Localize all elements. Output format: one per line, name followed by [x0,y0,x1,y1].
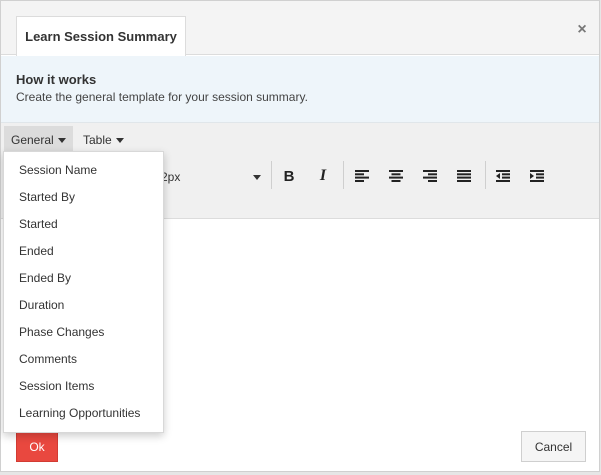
info-title: How it works [16,72,97,87]
menu-item-session-name[interactable]: Session Name [4,157,163,184]
toolbar-separator [271,161,272,189]
toolbar-separator [485,161,486,189]
caret-down-icon [57,137,66,143]
menu-item-phase-changes[interactable]: Phase Changes [4,319,163,346]
outdent-icon[interactable] [490,163,516,189]
cancel-button[interactable]: Cancel [521,431,586,462]
ok-button[interactable]: Ok [16,431,58,462]
bold-icon[interactable]: B [276,163,302,189]
dialog-header: Learn Session Summary × [1,1,599,56]
menu-item-duration[interactable]: Duration [4,292,163,319]
menu-item-ended[interactable]: Ended [4,238,163,265]
font-size-select[interactable]: 2px [161,165,267,189]
menu-item-comments[interactable]: Comments [4,346,163,373]
align-right-icon[interactable] [417,163,443,189]
menu-item-ended-by[interactable]: Ended By [4,265,163,292]
align-left-icon[interactable] [349,163,375,189]
menu-item-learning-opportunities[interactable]: Learning Opportunities [4,400,163,427]
info-panel: How it works Create the general template… [1,56,599,123]
editor-menubar: General Table [1,123,599,153]
tab-learn-session-summary[interactable]: Learn Session Summary [16,16,186,56]
close-icon[interactable]: × [575,22,589,38]
info-text: Create the general template for your ses… [16,90,308,104]
menu-item-session-items[interactable]: Session Items [4,373,163,400]
menu-item-started-by[interactable]: Started By [4,184,163,211]
toolbar-separator [343,161,344,189]
italic-icon[interactable]: I [310,163,336,189]
general-dropdown-menu: Session Name Started By Started Ended En… [3,151,164,433]
indent-icon[interactable] [524,163,550,189]
caret-down-icon [115,137,124,143]
table-menu-label: Table [83,132,112,147]
caret-down-icon [253,175,261,180]
align-justify-icon[interactable] [451,163,477,189]
align-center-icon[interactable] [383,163,409,189]
general-menu-button[interactable]: General [4,126,73,153]
table-menu-button[interactable]: Table [76,126,131,153]
general-menu-label: General [11,132,54,147]
menu-item-started[interactable]: Started [4,211,163,238]
